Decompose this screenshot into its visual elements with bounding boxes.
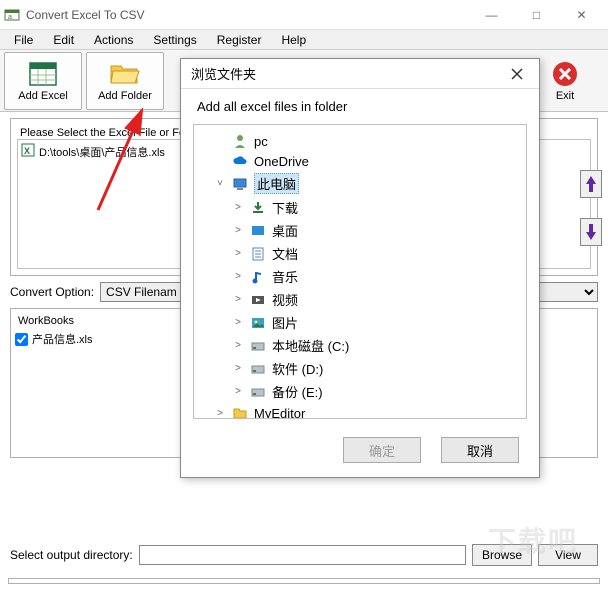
doc-icon [250, 246, 266, 262]
svg-text:a: a [8, 14, 12, 21]
tree-node[interactable]: > 视频 [196, 288, 524, 311]
folder-icon [232, 405, 248, 419]
title-bar: a Convert Excel To CSV — □ ✕ [0, 0, 608, 30]
tree-node[interactable]: ˅ 此电脑 [196, 171, 524, 196]
maximize-button[interactable]: □ [514, 1, 559, 29]
tree-node-label: pc [254, 134, 268, 149]
excel-icon [27, 60, 59, 88]
tree-expander-icon[interactable]: > [232, 363, 244, 374]
tree-node[interactable]: > 下载 [196, 196, 524, 219]
folder-icon [109, 60, 141, 88]
tree-expander-icon[interactable]: > [232, 294, 244, 305]
browse-folder-dialog: 浏览文件夹 Add all excel files in folder pc On… [180, 58, 540, 478]
close-button[interactable]: ✕ [559, 1, 604, 29]
svg-text:X: X [24, 146, 30, 156]
pc-icon [232, 176, 248, 192]
disk-icon [250, 361, 266, 377]
reorder-arrows [580, 170, 602, 246]
excel-file-icon: X [21, 143, 35, 160]
cloud-icon [232, 153, 248, 169]
desktop-icon [250, 223, 266, 239]
menu-edit[interactable]: Edit [43, 31, 84, 49]
add-excel-button[interactable]: Add Excel [4, 52, 82, 110]
music-icon [250, 269, 266, 285]
tree-node-label: 本地磁盘 (C:) [272, 336, 349, 355]
tree-expander-icon[interactable]: > [232, 225, 244, 236]
move-up-button[interactable] [580, 170, 602, 198]
output-label: Select output directory: [10, 548, 133, 562]
tree-node-label: 下载 [272, 198, 298, 217]
tree-node[interactable]: > 文档 [196, 242, 524, 265]
tree-node[interactable]: > 音乐 [196, 265, 524, 288]
tree-expander-icon[interactable]: > [232, 386, 244, 397]
tree-node[interactable]: > 备份 (E:) [196, 380, 524, 403]
tree-node-label: 备份 (E:) [272, 382, 323, 401]
menu-settings[interactable]: Settings [143, 31, 206, 49]
download-icon [250, 200, 266, 216]
tree-node[interactable]: > MyEditor [196, 403, 524, 419]
exit-label: Exit [556, 90, 574, 102]
user-icon [232, 133, 248, 149]
convert-option-label: Convert Option: [10, 285, 94, 299]
output-row: Select output directory: Browse View [0, 538, 608, 572]
tree-node-label: 文档 [272, 244, 298, 263]
dialog-titlebar: 浏览文件夹 [181, 59, 539, 89]
minimize-button[interactable]: — [469, 1, 514, 29]
tree-node-label: 此电脑 [254, 173, 299, 194]
tree-expander-icon[interactable]: > [232, 340, 244, 351]
tree-node-label: 软件 (D:) [272, 359, 323, 378]
tree-node-label: OneDrive [254, 154, 309, 169]
workbook-name: 产品信息.xls [32, 331, 93, 347]
menu-actions[interactable]: Actions [84, 31, 143, 49]
tree-expander-icon[interactable]: > [232, 271, 244, 282]
add-folder-label: Add Folder [98, 90, 152, 102]
tree-node[interactable]: > 软件 (D:) [196, 357, 524, 380]
menu-register[interactable]: Register [207, 31, 272, 49]
tree-node[interactable]: > 桌面 [196, 219, 524, 242]
tree-expander-icon[interactable]: ˅ [214, 178, 226, 189]
add-excel-label: Add Excel [18, 90, 68, 102]
file-select-label: Please Select the Excel File or Fo [17, 127, 188, 139]
disk-icon [250, 384, 266, 400]
video-icon [250, 292, 266, 308]
tree-node-label: MyEditor [254, 406, 305, 420]
tree-node[interactable]: > 图片 [196, 311, 524, 334]
picture-icon [250, 315, 266, 331]
tree-node[interactable]: > 本地磁盘 (C:) [196, 334, 524, 357]
menu-help[interactable]: Help [271, 31, 316, 49]
folder-tree[interactable]: pc OneDrive ˅ 此电脑 > 下载 > 桌面 > 文档 > 音乐 > 视频 > 图片 > 本地磁盘 (C… [193, 124, 527, 419]
cancel-button[interactable]: 取消 [441, 437, 519, 463]
tree-expander-icon[interactable]: > [232, 317, 244, 328]
tree-node[interactable]: pc [196, 131, 524, 151]
workbooks-label: WorkBooks [15, 315, 77, 327]
window-title: Convert Excel To CSV [26, 8, 469, 22]
output-directory-input[interactable] [139, 545, 466, 565]
file-path: D:\tools\桌面\产品信息.xls [39, 144, 165, 160]
tree-node-label: 视频 [272, 290, 298, 309]
tree-node-label: 音乐 [272, 267, 298, 286]
dialog-title: 浏览文件夹 [191, 64, 505, 83]
workbook-checkbox[interactable] [15, 333, 28, 346]
tree-node-label: 图片 [272, 313, 298, 332]
dialog-description: Add all excel files in folder [181, 89, 539, 124]
tree-expander-icon[interactable]: > [214, 408, 226, 419]
app-icon: a [4, 7, 20, 23]
dialog-buttons: 确定 取消 [181, 427, 539, 477]
disk-icon [250, 338, 266, 354]
bottom-border [8, 578, 600, 584]
tree-expander-icon[interactable]: > [232, 248, 244, 259]
move-down-button[interactable] [580, 218, 602, 246]
menu-file[interactable]: File [4, 31, 43, 49]
exit-icon [549, 60, 581, 88]
tree-expander-icon[interactable]: > [232, 202, 244, 213]
add-folder-button[interactable]: Add Folder [86, 52, 164, 110]
tree-node-label: 桌面 [272, 221, 298, 240]
dialog-close-button[interactable] [505, 62, 529, 86]
ok-button[interactable]: 确定 [343, 437, 421, 463]
view-button[interactable]: View [538, 544, 598, 566]
tree-node[interactable]: OneDrive [196, 151, 524, 171]
browse-button[interactable]: Browse [472, 544, 532, 566]
menu-bar: File Edit Actions Settings Register Help [0, 30, 608, 50]
